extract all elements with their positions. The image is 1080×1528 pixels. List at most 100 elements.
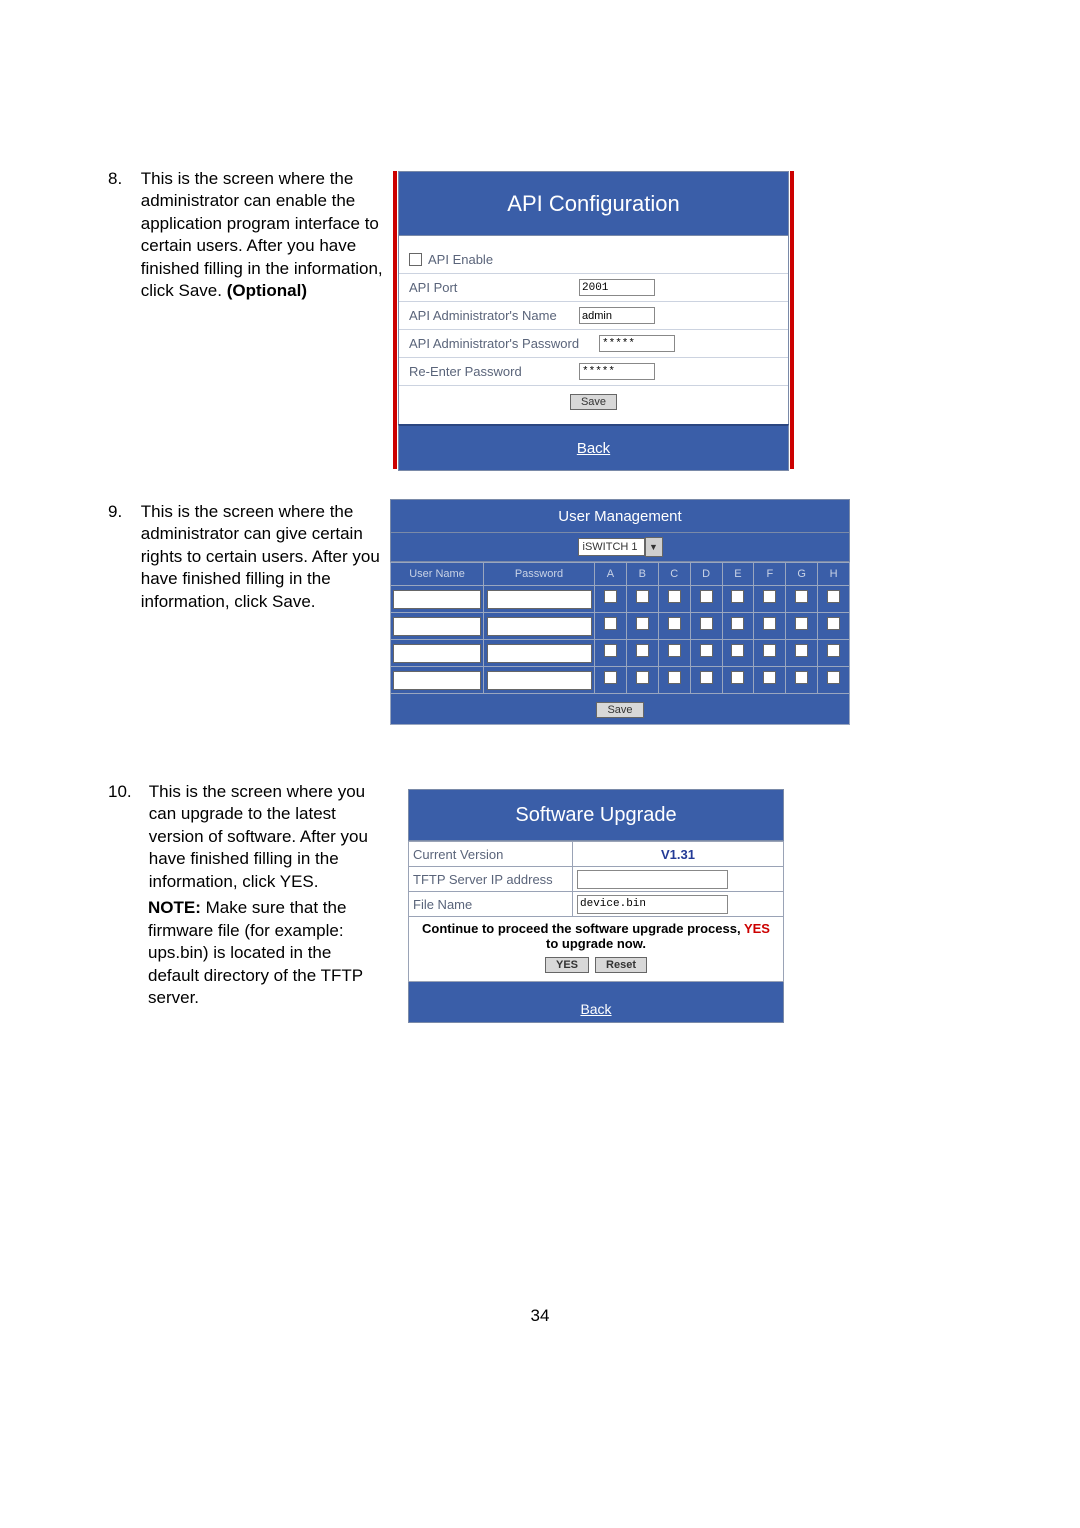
instr8-optional: (Optional) <box>227 281 307 300</box>
perm-checkbox[interactable] <box>731 617 744 630</box>
api-reenter-label: Re-Enter Password <box>409 364 579 379</box>
api-back-bar[interactable]: Back <box>398 424 789 471</box>
api-back-link[interactable]: Back <box>577 440 610 457</box>
perm-checkbox[interactable] <box>827 644 840 657</box>
instruction-9: 9. This is the screen where the administ… <box>108 501 391 613</box>
software-upgrade-panel: Software Upgrade Current Version V1.31 T… <box>408 789 784 1023</box>
user-name-input[interactable] <box>393 590 482 609</box>
upgrade-message: Continue to proceed the software upgrade… <box>408 917 784 982</box>
upgrade-back-link[interactable]: Back <box>580 1001 611 1017</box>
device-select[interactable]: iSWITCH 1 <box>578 538 645 556</box>
col-B: B <box>626 563 658 586</box>
user-pw-input[interactable] <box>487 590 592 609</box>
user-name-input[interactable] <box>393 671 482 690</box>
api-admin-pw-label: API Administrator's Password <box>409 336 599 351</box>
perm-checkbox[interactable] <box>636 671 649 684</box>
col-F: F <box>754 563 786 586</box>
perm-checkbox[interactable] <box>700 617 713 630</box>
instr9-body: This is the screen where the administrat… <box>141 501 391 613</box>
perm-checkbox[interactable] <box>700 644 713 657</box>
perm-checkbox[interactable] <box>795 617 808 630</box>
table-row <box>391 586 850 613</box>
perm-checkbox[interactable] <box>668 590 681 603</box>
perm-checkbox[interactable] <box>636 590 649 603</box>
perm-checkbox[interactable] <box>795 590 808 603</box>
api-enable-checkbox[interactable] <box>409 253 422 266</box>
instr9-number: 9. <box>108 501 136 523</box>
user-mgmt-select-row: iSWITCH 1 ▼ <box>390 533 850 562</box>
perm-checkbox[interactable] <box>731 590 744 603</box>
api-port-input[interactable] <box>579 279 655 296</box>
api-admin-name-input[interactable] <box>579 307 655 324</box>
perm-checkbox[interactable] <box>827 617 840 630</box>
col-E: E <box>722 563 754 586</box>
perm-checkbox[interactable] <box>604 590 617 603</box>
perm-checkbox[interactable] <box>827 590 840 603</box>
perm-checkbox[interactable] <box>604 671 617 684</box>
perm-checkbox[interactable] <box>763 644 776 657</box>
api-admin-name-label: API Administrator's Name <box>409 308 579 323</box>
perm-checkbox[interactable] <box>668 671 681 684</box>
yes-button[interactable]: YES <box>545 957 589 973</box>
curver-value: V1.31 <box>573 842 784 867</box>
perm-checkbox[interactable] <box>827 671 840 684</box>
file-input[interactable] <box>577 895 728 914</box>
perm-checkbox[interactable] <box>636 617 649 630</box>
col-G: G <box>786 563 818 586</box>
chevron-down-icon[interactable]: ▼ <box>645 537 663 557</box>
perm-checkbox[interactable] <box>795 644 808 657</box>
api-reenter-input[interactable] <box>579 363 655 380</box>
perm-checkbox[interactable] <box>668 644 681 657</box>
api-config-title: API Configuration <box>398 171 789 236</box>
user-pw-input[interactable] <box>487 644 592 663</box>
curver-label: Current Version <box>409 842 573 867</box>
table-row <box>391 667 850 694</box>
reset-button[interactable]: Reset <box>595 957 647 973</box>
software-upgrade-title: Software Upgrade <box>408 789 784 841</box>
tftp-input[interactable] <box>577 870 728 889</box>
instr10-note: NOTE: Make sure that the firmware file (… <box>148 897 386 1009</box>
perm-checkbox[interactable] <box>731 644 744 657</box>
perm-checkbox[interactable] <box>731 671 744 684</box>
table-row <box>391 640 850 667</box>
user-management-panel: User Management iSWITCH 1 ▼ User Name Pa… <box>390 499 850 725</box>
col-user: User Name <box>391 563 484 586</box>
msg-yes: YES <box>744 921 770 936</box>
perm-checkbox[interactable] <box>700 671 713 684</box>
api-save-button[interactable]: Save <box>570 394 617 410</box>
col-C: C <box>658 563 690 586</box>
perm-checkbox[interactable] <box>795 671 808 684</box>
perm-checkbox[interactable] <box>604 644 617 657</box>
user-pw-input[interactable] <box>487 671 592 690</box>
perm-checkbox[interactable] <box>763 671 776 684</box>
note-label: NOTE: <box>148 898 201 917</box>
user-mgmt-title: User Management <box>390 499 850 533</box>
page-number: 34 <box>0 1306 1080 1326</box>
upgrade-back-bar[interactable]: Back <box>408 996 784 1023</box>
instruction-10: 10. This is the screen where you can upg… <box>108 781 391 1009</box>
user-table: User Name Password A B C D E F G H <box>390 562 850 725</box>
perm-checkbox[interactable] <box>604 617 617 630</box>
perm-checkbox[interactable] <box>763 617 776 630</box>
user-name-input[interactable] <box>393 644 482 663</box>
msg-a: Continue to proceed the software upgrade… <box>422 921 744 936</box>
instruction-8: 8. This is the screen where the administ… <box>108 168 391 303</box>
user-save-button[interactable]: Save <box>596 702 643 718</box>
api-enable-label: API Enable <box>428 252 493 267</box>
instr10-number: 10. <box>108 781 144 803</box>
api-port-label: API Port <box>409 280 579 295</box>
perm-checkbox[interactable] <box>763 590 776 603</box>
api-configuration-panel: API Configuration API Enable API Port AP… <box>398 171 789 471</box>
col-H: H <box>818 563 850 586</box>
instr8-body: This is the screen where the administrat… <box>141 168 391 303</box>
perm-checkbox[interactable] <box>700 590 713 603</box>
col-D: D <box>690 563 722 586</box>
tftp-label: TFTP Server IP address <box>409 867 573 892</box>
col-A: A <box>595 563 627 586</box>
api-admin-pw-input[interactable] <box>599 335 675 352</box>
perm-checkbox[interactable] <box>636 644 649 657</box>
api-enable-row: API Enable <box>399 246 788 274</box>
user-name-input[interactable] <box>393 617 482 636</box>
perm-checkbox[interactable] <box>668 617 681 630</box>
user-pw-input[interactable] <box>487 617 592 636</box>
